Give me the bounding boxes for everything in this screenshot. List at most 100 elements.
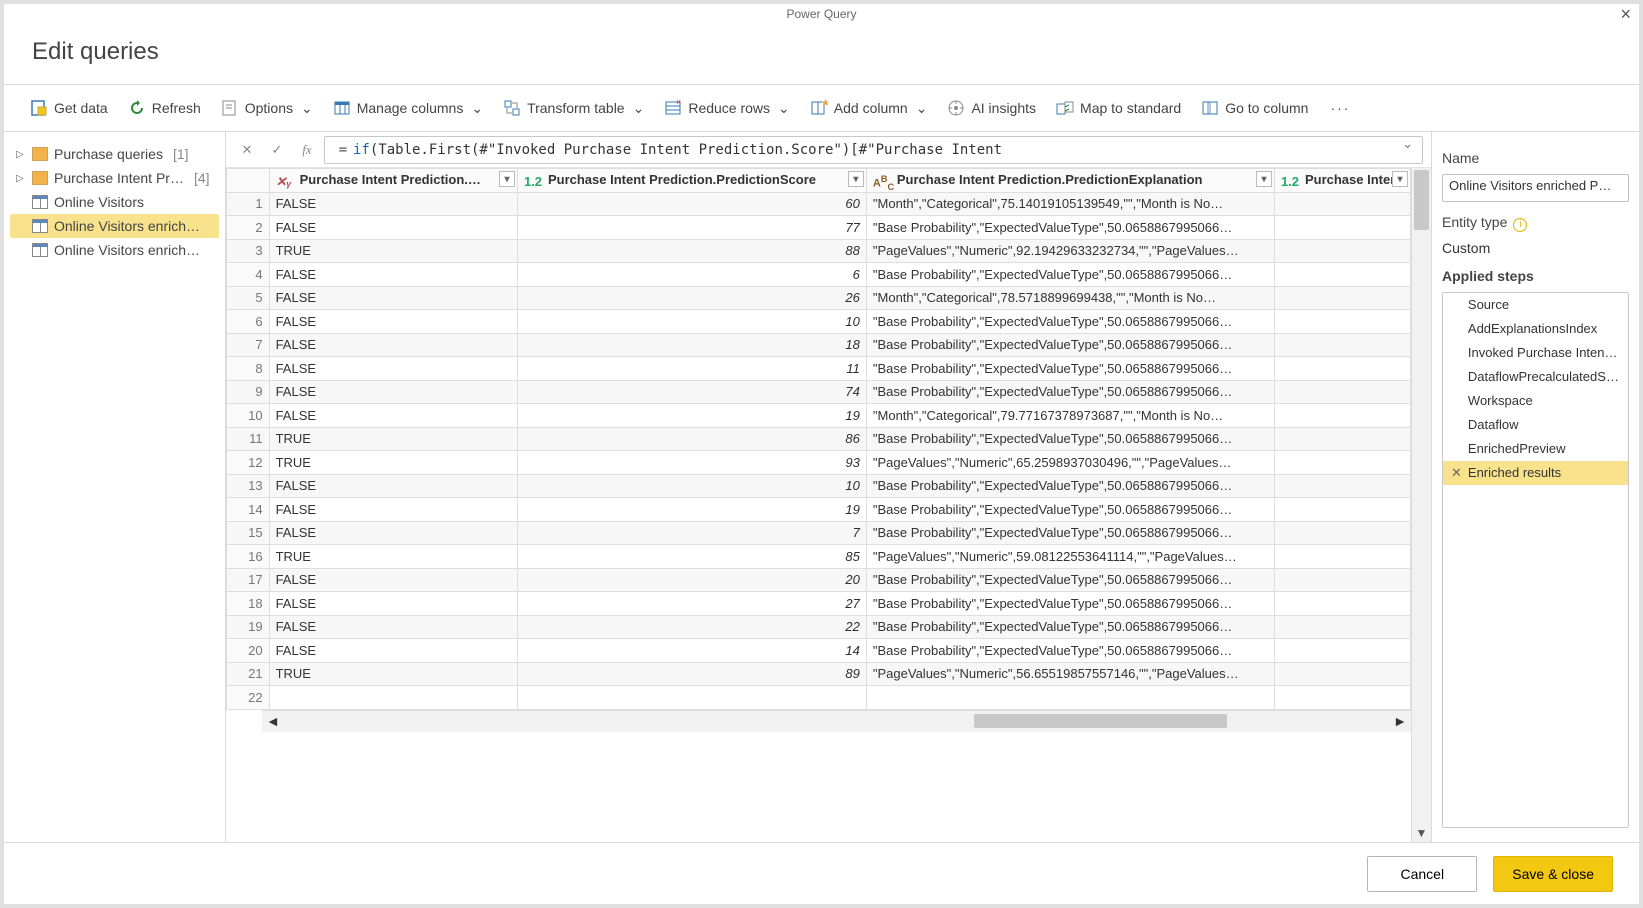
cell[interactable] [1274, 545, 1410, 569]
formula-input[interactable]: = if (Table.First(#"Invoked Purchase Int… [324, 136, 1423, 164]
column-header[interactable]: ✕ᵧPurchase Intent Prediction.…▾ [269, 169, 517, 193]
table-row[interactable]: 6FALSE10"Base Probability","ExpectedValu… [227, 310, 1411, 334]
cell[interactable]: TRUE [269, 239, 517, 263]
cell[interactable]: 85 [517, 545, 866, 569]
table-row[interactable]: 16TRUE85"PageValues","Numeric",59.081225… [227, 545, 1411, 569]
sidebar-item[interactable]: ▷Purchase Intent Pr…[4] [10, 166, 219, 190]
table-row[interactable]: 11TRUE86"Base Probability","ExpectedValu… [227, 427, 1411, 451]
cell[interactable] [1274, 498, 1410, 522]
cell[interactable] [1274, 216, 1410, 240]
sidebar-item[interactable]: Online Visitors [10, 190, 219, 214]
cell[interactable]: FALSE [269, 380, 517, 404]
applied-step[interactable]: ✕DataflowPrecalculatedSo… [1443, 365, 1628, 389]
cell[interactable]: 11 [517, 357, 866, 381]
table-row[interactable]: 3TRUE88"PageValues","Numeric",92.1942963… [227, 239, 1411, 263]
go-to-column-button[interactable]: Go to column [1193, 95, 1316, 121]
cell[interactable]: 89 [517, 662, 866, 686]
column-header[interactable]: 1.2Purchase Inter▾ [1274, 169, 1410, 193]
map-to-standard-button[interactable]: Map to standard [1048, 95, 1189, 121]
fx-icon[interactable]: fx [294, 137, 320, 163]
cell[interactable]: 88 [517, 239, 866, 263]
scroll-right-icon[interactable]: ► [1393, 713, 1407, 729]
cell[interactable]: "PageValues","Numeric",56.65519857557146… [866, 662, 1274, 686]
cell[interactable]: FALSE [269, 216, 517, 240]
cell[interactable]: "Base Probability","ExpectedValueType",5… [866, 357, 1274, 381]
cell[interactable] [1274, 686, 1410, 710]
cell[interactable]: 7 [517, 521, 866, 545]
close-icon[interactable]: × [1620, 4, 1631, 25]
table-row[interactable]: 15FALSE7"Base Probability","ExpectedValu… [227, 521, 1411, 545]
cell[interactable]: "Month","Categorical",78.5718899699438,"… [866, 286, 1274, 310]
table-row[interactable]: 4FALSE6"Base Probability","ExpectedValue… [227, 263, 1411, 287]
expand-icon[interactable]: ▷ [16, 149, 26, 160]
cell[interactable]: 27 [517, 592, 866, 616]
get-data-button[interactable]: Get data [22, 95, 116, 121]
table-row[interactable]: 2FALSE77"Base Probability","ExpectedValu… [227, 216, 1411, 240]
cell[interactable]: "Base Probability","ExpectedValueType",5… [866, 498, 1274, 522]
applied-step[interactable]: ✕Source [1443, 293, 1628, 317]
cell[interactable]: FALSE [269, 192, 517, 216]
delete-step-icon[interactable]: ✕ [1451, 465, 1462, 481]
table-row[interactable]: 12TRUE93"PageValues","Numeric",65.259893… [227, 451, 1411, 475]
cell[interactable]: FALSE [269, 639, 517, 663]
expand-icon[interactable]: ▷ [16, 173, 26, 184]
cell[interactable]: 60 [517, 192, 866, 216]
table-row[interactable]: 8FALSE11"Base Probability","ExpectedValu… [227, 357, 1411, 381]
cell[interactable]: FALSE [269, 474, 517, 498]
applied-step[interactable]: ✕AddExplanationsIndex [1443, 317, 1628, 341]
cell[interactable]: "Base Probability","ExpectedValueType",5… [866, 639, 1274, 663]
applied-step[interactable]: ✕Invoked Purchase Intent … [1443, 341, 1628, 365]
vscroll-thumb[interactable] [1414, 170, 1429, 230]
cell[interactable]: "Base Probability","ExpectedValueType",5… [866, 521, 1274, 545]
cell[interactable]: "PageValues","Numeric",92.19429633232734… [866, 239, 1274, 263]
hscroll-thumb[interactable] [974, 714, 1227, 728]
cell[interactable]: "Base Probability","ExpectedValueType",5… [866, 615, 1274, 639]
cell[interactable]: "Base Probability","ExpectedValueType",5… [866, 568, 1274, 592]
cell[interactable] [1274, 451, 1410, 475]
cell[interactable] [1274, 404, 1410, 428]
transform-table-button[interactable]: Transform table⌄ [495, 95, 652, 121]
table-row[interactable]: 10FALSE19"Month","Categorical",79.771673… [227, 404, 1411, 428]
vertical-scrollbar[interactable]: ▲ ▼ [1411, 168, 1431, 842]
add-column-button[interactable]: ★Add column⌄ [802, 95, 936, 121]
cell[interactable]: "Base Probability","ExpectedValueType",5… [866, 474, 1274, 498]
column-filter-icon[interactable]: ▾ [499, 171, 515, 187]
cell[interactable]: FALSE [269, 286, 517, 310]
cancel-button[interactable]: Cancel [1367, 856, 1477, 892]
more-button[interactable]: ··· [1320, 96, 1360, 120]
table-row[interactable]: 20FALSE14"Base Probability","ExpectedVal… [227, 639, 1411, 663]
cell[interactable]: "PageValues","Numeric",59.08122553641114… [866, 545, 1274, 569]
cell[interactable]: "Base Probability","ExpectedValueType",5… [866, 263, 1274, 287]
cell[interactable]: 6 [517, 263, 866, 287]
cell[interactable]: 74 [517, 380, 866, 404]
cell[interactable]: TRUE [269, 427, 517, 451]
cell[interactable]: "Base Probability","ExpectedValueType",5… [866, 427, 1274, 451]
cell[interactable]: "Base Probability","ExpectedValueType",5… [866, 333, 1274, 357]
cell[interactable]: "Base Probability","ExpectedValueType",5… [866, 380, 1274, 404]
formula-commit-icon[interactable]: ✓ [264, 137, 290, 163]
info-icon[interactable]: i [1513, 218, 1527, 232]
refresh-button[interactable]: Refresh [120, 95, 209, 121]
cell[interactable]: FALSE [269, 310, 517, 334]
table-row[interactable]: 9FALSE74"Base Probability","ExpectedValu… [227, 380, 1411, 404]
table-row[interactable]: 14FALSE19"Base Probability","ExpectedVal… [227, 498, 1411, 522]
reduce-rows-button[interactable]: ×Reduce rows⌄ [656, 95, 797, 121]
column-filter-icon[interactable]: ▾ [1256, 171, 1272, 187]
table-row[interactable]: 17FALSE20"Base Probability","ExpectedVal… [227, 568, 1411, 592]
cell[interactable]: TRUE [269, 662, 517, 686]
cell[interactable]: FALSE [269, 263, 517, 287]
cell[interactable]: TRUE [269, 545, 517, 569]
cell[interactable] [1274, 474, 1410, 498]
applied-step[interactable]: ✕Enriched results [1443, 461, 1628, 485]
table-row[interactable]: 7FALSE18"Base Probability","ExpectedValu… [227, 333, 1411, 357]
cell[interactable]: "Month","Categorical",79.77167378973687,… [866, 404, 1274, 428]
cell[interactable]: 86 [517, 427, 866, 451]
column-header[interactable]: 1.2Purchase Intent Prediction.Prediction… [517, 169, 866, 193]
cell[interactable]: 22 [517, 615, 866, 639]
cell[interactable] [1274, 310, 1410, 334]
manage-columns-button[interactable]: Manage columns⌄ [325, 95, 491, 121]
cell[interactable] [1274, 521, 1410, 545]
cell[interactable] [1274, 239, 1410, 263]
cell[interactable] [517, 686, 866, 710]
cell[interactable]: 14 [517, 639, 866, 663]
